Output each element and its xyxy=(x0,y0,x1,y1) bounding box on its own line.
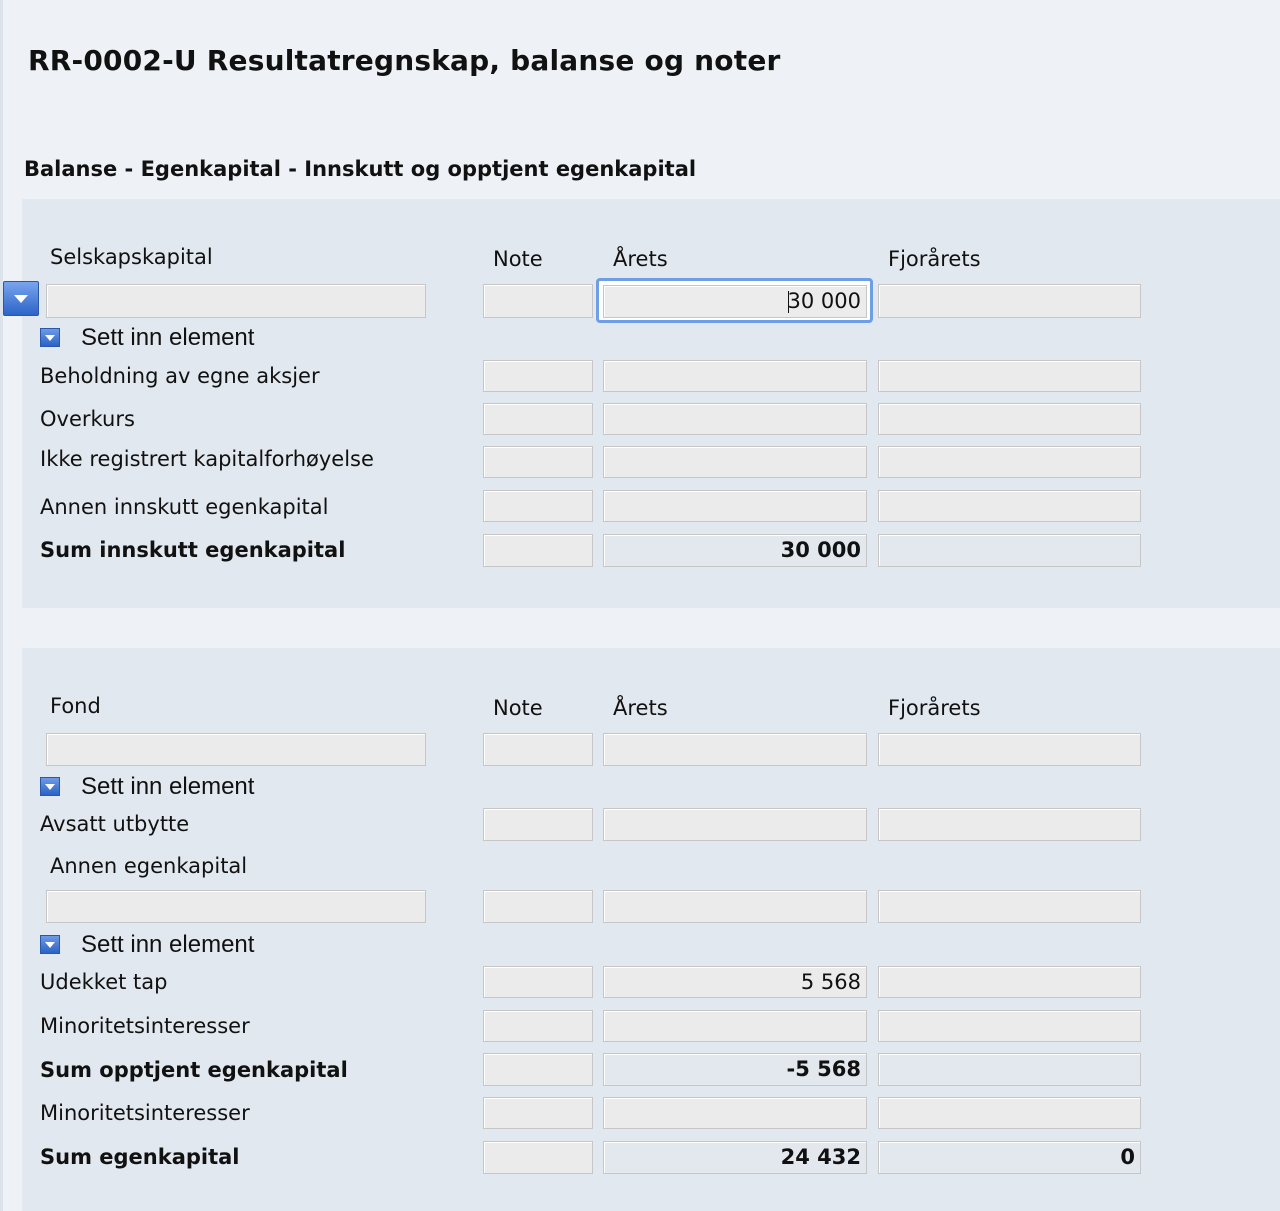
fond-note-input[interactable] xyxy=(483,733,593,766)
sum-opptjent-arets-value: -5 568 xyxy=(603,1053,867,1086)
kapitalforhoyelse-note-input[interactable] xyxy=(483,446,593,478)
sum-innskutt-fjorarets-value xyxy=(878,534,1141,567)
note-header: Note xyxy=(493,247,543,271)
avsatt-fjorarets-input[interactable] xyxy=(878,808,1141,841)
chevron-down-icon[interactable] xyxy=(3,281,39,316)
page-title: RR-0002-U Resultatregnskap, balanse og n… xyxy=(28,44,781,77)
overkurs-note-input[interactable] xyxy=(483,403,593,435)
annen-egenkapital-note-input[interactable] xyxy=(483,890,593,923)
selskapskapital-name-input[interactable] xyxy=(46,284,426,318)
annen-egenkapital-label: Annen egenkapital xyxy=(50,854,248,878)
fond-name-input[interactable] xyxy=(46,733,426,766)
kapitalforhoyelse-fjorarets-input[interactable] xyxy=(878,446,1141,478)
row-label-minoritet-1: Minoritetsinteresser xyxy=(40,1014,250,1038)
selskapskapital-arets-value: 30 000 xyxy=(787,289,861,313)
minoritet1-note-input[interactable] xyxy=(483,1010,593,1042)
sum-innskutt-arets-value: 30 000 xyxy=(603,534,867,567)
annen-egenkapital-fjorarets-input[interactable] xyxy=(878,890,1141,923)
annen-egenkapital-arets-input[interactable] xyxy=(603,890,867,923)
annen-innskutt-note-input[interactable] xyxy=(483,490,593,522)
row-label-beholdning: Beholdning av egne aksjer xyxy=(40,364,320,388)
minoritet1-arets-input[interactable] xyxy=(603,1010,867,1042)
row-label-sum-innskutt: Sum innskutt egenkapital xyxy=(40,538,346,562)
selskapskapital-arets-input[interactable]: 30 000 xyxy=(603,285,867,318)
row-label-sum-egenkapital: Sum egenkapital xyxy=(40,1145,240,1169)
avsatt-note-input[interactable] xyxy=(483,808,593,841)
fjorarets-header-2: Fjorårets xyxy=(888,696,981,720)
annen-innskutt-fjorarets-input[interactable] xyxy=(878,490,1141,522)
insert-element-link[interactable]: Sett inn element xyxy=(81,324,254,352)
minoritet2-fjorarets-input[interactable] xyxy=(878,1097,1141,1129)
overkurs-arets-input[interactable] xyxy=(603,403,867,435)
insert-element-link[interactable]: Sett inn element xyxy=(81,773,254,801)
row-label-sum-opptjent: Sum opptjent egenkapital xyxy=(40,1058,348,1082)
minoritet1-fjorarets-input[interactable] xyxy=(878,1010,1141,1042)
annen-innskutt-arets-input[interactable] xyxy=(603,490,867,522)
fond-label: Fond xyxy=(50,694,101,718)
kapitalforhoyelse-arets-input[interactable] xyxy=(603,446,867,478)
fond-arets-input[interactable] xyxy=(603,733,867,766)
fjorarets-header: Fjorårets xyxy=(888,247,981,271)
minoritet2-note-input[interactable] xyxy=(483,1097,593,1129)
annen-egenkapital-name-input[interactable] xyxy=(46,890,426,923)
udekket-fjorarets-input[interactable] xyxy=(878,966,1141,998)
overkurs-fjorarets-input[interactable] xyxy=(878,403,1141,435)
row-label-overkurs: Overkurs xyxy=(40,407,135,431)
row-label-minoritet-2: Minoritetsinteresser xyxy=(40,1101,250,1125)
sum-innskutt-note-input[interactable] xyxy=(483,534,593,567)
minoritet2-arets-input[interactable] xyxy=(603,1097,867,1129)
row-label-kapitalforhoyelse: Ikke registrert kapitalforhøyelse xyxy=(40,447,374,471)
row-label-annen-innskutt: Annen innskutt egenkapital xyxy=(40,495,329,519)
beholdning-note-input[interactable] xyxy=(483,360,593,392)
section-title: Balanse - Egenkapital - Innskutt og oppt… xyxy=(24,157,697,181)
avsatt-arets-input[interactable] xyxy=(603,808,867,841)
udekket-note-input[interactable] xyxy=(483,966,593,998)
sum-egenkapital-note-input[interactable] xyxy=(483,1141,593,1174)
sum-egenkapital-fjorarets-value: 0 xyxy=(878,1141,1141,1174)
arets-header: Årets xyxy=(613,247,668,271)
selskapskapital-label: Selskapskapital xyxy=(50,245,213,269)
udekket-arets-input[interactable]: 5 568 xyxy=(603,966,867,998)
row-label-avsatt-utbytte: Avsatt utbytte xyxy=(40,812,190,836)
selskapskapital-fjorarets-input[interactable] xyxy=(878,284,1141,318)
beholdning-arets-input[interactable] xyxy=(603,360,867,392)
insert-element-icon[interactable] xyxy=(40,777,60,796)
fond-fjorarets-input[interactable] xyxy=(878,733,1141,766)
sum-opptjent-fjorarets-value xyxy=(878,1053,1141,1086)
sum-egenkapital-arets-value: 24 432 xyxy=(603,1141,867,1174)
insert-element-icon[interactable] xyxy=(40,328,60,347)
arets-header-2: Årets xyxy=(613,696,668,720)
row-label-udekket-tap: Udekket tap xyxy=(40,970,168,994)
sum-opptjent-note-input[interactable] xyxy=(483,1053,593,1086)
left-border xyxy=(0,0,3,1211)
beholdning-fjorarets-input[interactable] xyxy=(878,360,1141,392)
insert-element-icon[interactable] xyxy=(40,935,60,954)
note-header-2: Note xyxy=(493,696,543,720)
selskapskapital-note-input[interactable] xyxy=(483,284,593,318)
insert-element-link[interactable]: Sett inn element xyxy=(81,931,254,959)
